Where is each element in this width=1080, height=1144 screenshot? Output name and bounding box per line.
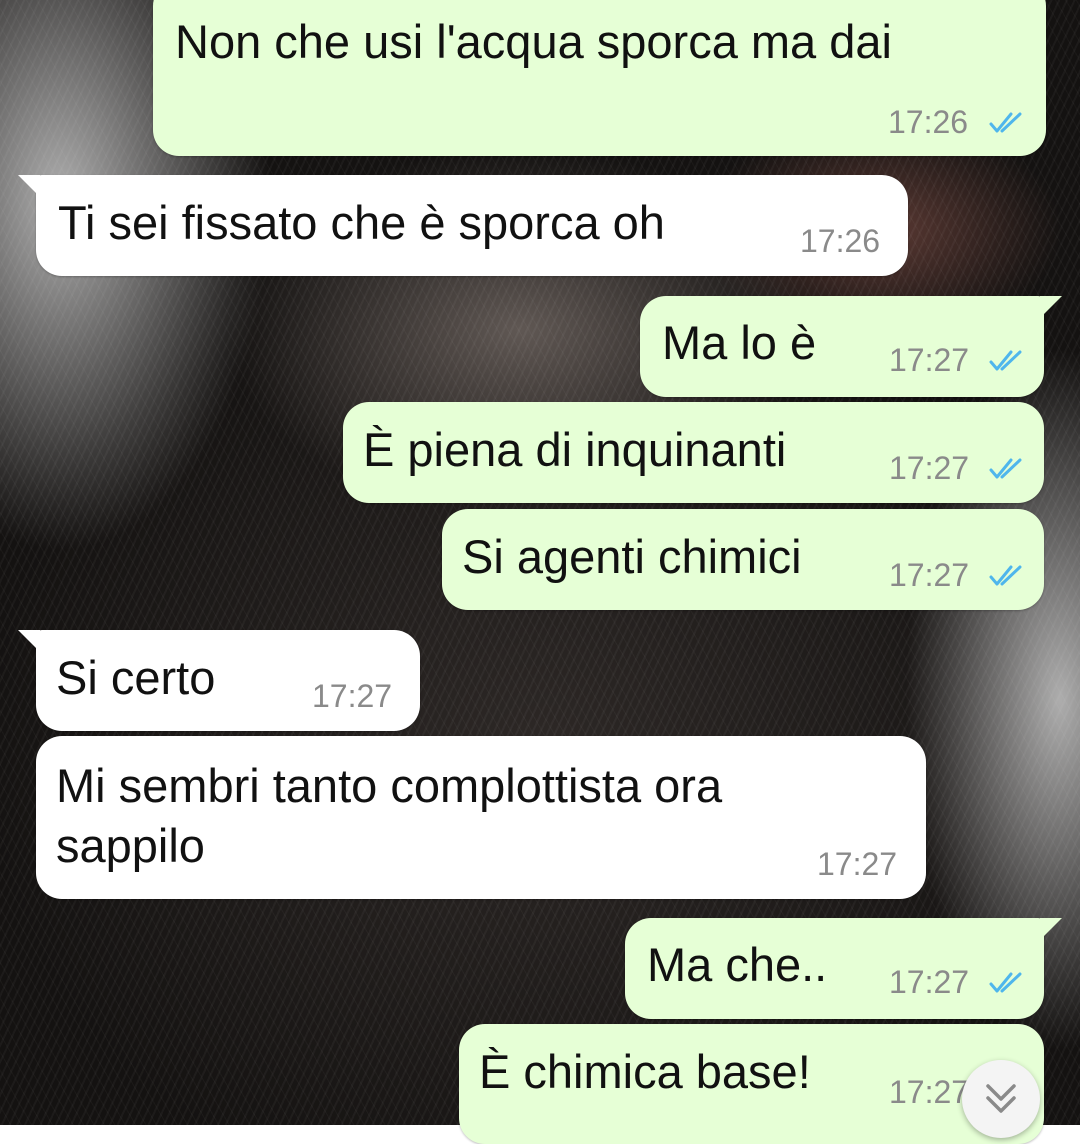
message-bubble-outgoing[interactable]: È piena di inquinanti 17:27 [343,402,1044,503]
message-bubble-incoming[interactable]: Si certo 17:27 [18,630,420,731]
message-text: Ti sei fissato che è sporca oh [58,196,665,249]
message-text: Si certo [56,651,216,704]
double-check-icon [989,972,1022,993]
message-text: È chimica base! [479,1045,811,1098]
bubble-tail [1040,296,1062,318]
message-time: 17:27 [889,342,970,378]
message-bubble-outgoing[interactable]: Ma che.. 17:27 [625,918,1062,1019]
message-text: Non che usi l'acqua sporca ma dai [175,15,892,68]
message-text-line-1: Mi sembri tanto complottista ora [56,759,723,812]
bubble-tail [1040,918,1062,940]
message-bubble-outgoing[interactable]: È chimica base! 17:27 [459,1024,1044,1144]
message-bubble-incoming[interactable]: Ti sei fissato che è sporca oh 17:26 [18,175,908,276]
message-text: È piena di inquinanti [363,423,787,476]
message-time: 17:27 [889,964,970,1000]
message-text-line-2: sappilo [56,819,205,872]
message-time: 17:27 [889,450,970,486]
bubble-tail [18,630,40,652]
message-time: 17:27 [889,557,970,593]
message-bubble-outgoing[interactable]: Si agenti chimici 17:27 [442,509,1044,610]
message-bubble-outgoing[interactable]: Ma lo è 17:27 [640,296,1062,397]
message-time: 17:26 [800,223,881,259]
message-time: 17:27 [889,1074,970,1110]
message-bubble-incoming[interactable]: Mi sembri tanto complottista ora sappilo… [36,736,926,899]
message-text: Ma che.. [647,938,828,991]
double-check-icon [989,458,1022,479]
message-bubble-outgoing[interactable]: Non che usi l'acqua sporca ma dai 17:26 [153,0,1046,156]
scroll-to-bottom-button[interactable] [962,1060,1040,1138]
bubble-tail [18,175,40,197]
message-text: Si agenti chimici [462,530,802,583]
double-check-icon [989,350,1022,371]
message-time: 17:27 [312,678,393,714]
double-check-icon [989,112,1022,133]
message-time: 17:26 [888,104,969,140]
double-check-icon [989,565,1022,586]
chevron-down-double-icon [986,1084,1016,1113]
message-text: Ma lo è [662,316,817,369]
message-time: 17:27 [817,846,898,882]
